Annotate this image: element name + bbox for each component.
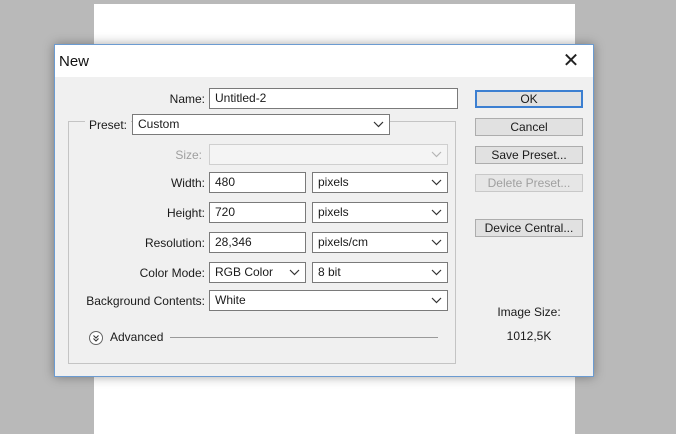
resolution-input[interactable]: 28,346 [209,232,306,253]
close-icon[interactable]: ✕ [549,45,593,77]
width-unit-select[interactable]: pixels [312,172,448,193]
ok-button[interactable]: OK [475,90,583,108]
width-input[interactable]: 480 [209,172,306,193]
chevron-down-icon [431,263,442,276]
preset-label: Preset: [85,118,132,132]
name-label: Name: [169,92,205,106]
image-size-label: Image Size: [497,305,561,319]
expand-advanced-icon[interactable] [89,331,103,345]
width-unit-value: pixels [318,175,349,189]
dialog-title: New [59,53,90,70]
preset-select-value: Custom [138,117,180,131]
chevron-down-icon [431,173,442,186]
preset-select[interactable]: Custom [132,114,390,135]
chevron-down-icon [431,291,442,304]
size-label: Size: [175,148,202,162]
delete-preset-button: Delete Preset... [475,174,583,192]
device-central-button[interactable]: Device Central... [475,219,583,237]
resolution-label: Resolution: [144,236,205,250]
color-mode-value: RGB Color [215,265,274,279]
chevron-down-icon [289,263,300,276]
chevron-down-icon [431,145,442,158]
height-unit-value: pixels [318,205,349,219]
bit-depth-select[interactable]: 8 bit [312,262,448,283]
name-field[interactable]: Untitled-2 [209,88,458,109]
height-label: Height: [166,206,205,220]
chevron-down-icon [431,233,442,246]
bit-depth-value: 8 bit [318,265,341,279]
image-size-value: 1012,5K [506,329,552,343]
save-preset-button[interactable]: Save Preset... [475,146,583,164]
background-contents-value: White [215,293,246,307]
size-select [209,144,448,165]
color-mode-label: Color Mode: [139,266,205,280]
height-unit-select[interactable]: pixels [312,202,448,223]
advanced-label[interactable]: Advanced [110,330,163,344]
background-contents-select[interactable]: White [209,290,448,311]
resolution-unit-value: pixels/cm [318,235,369,249]
color-mode-select[interactable]: RGB Color [209,262,306,283]
width-label: Width: [170,176,205,190]
chevron-down-icon [431,203,442,216]
new-document-dialog: New ✕ Name: Untitled-2 Preset: Custom Si… [54,44,594,377]
title-bar: New ✕ [55,45,593,77]
cancel-button[interactable]: Cancel [475,118,583,136]
resolution-unit-select[interactable]: pixels/cm [312,232,448,253]
advanced-divider [170,337,438,338]
height-input[interactable]: 720 [209,202,306,223]
chevron-down-icon [373,115,384,128]
background-contents-label: Background Contents: [86,294,205,308]
